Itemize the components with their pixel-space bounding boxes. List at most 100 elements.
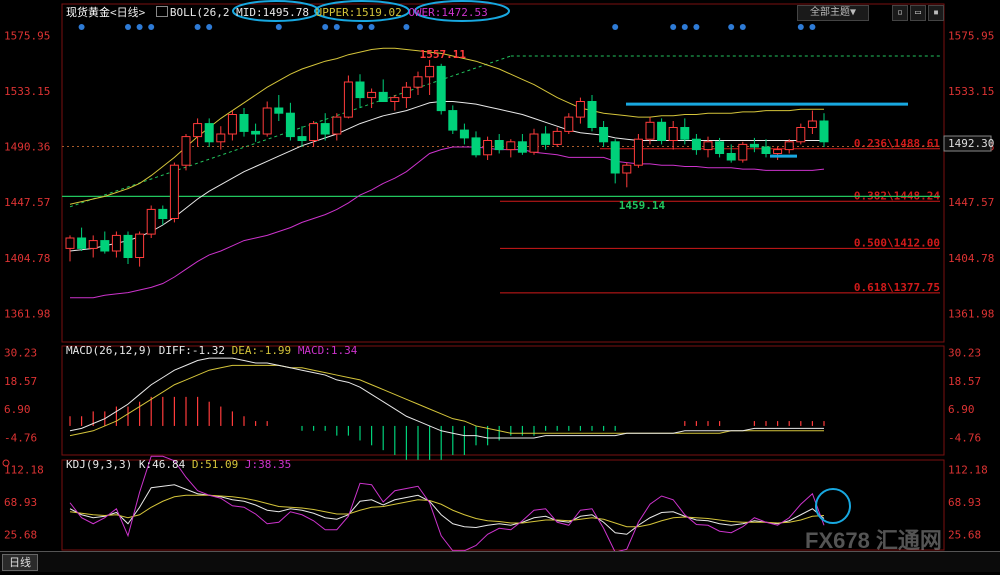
boll-mid-value: MID:1495.78 (236, 6, 309, 19)
candle-body (506, 141, 516, 151)
candle-body (204, 123, 214, 143)
event-marker-dot (797, 24, 804, 30)
candle-body (193, 123, 203, 138)
candle-body (749, 143, 759, 148)
candle-body (796, 127, 806, 143)
candle-body (390, 97, 400, 102)
candle-body (401, 86, 411, 99)
candle-body (680, 127, 690, 140)
minimize-icon[interactable]: ▫ (892, 5, 908, 21)
candle-body (77, 237, 87, 249)
y-tick-left: 112.18 (4, 464, 44, 477)
chart-canvas: 1575.951575.951533.151533.151490.361490.… (2, 0, 994, 565)
event-marker-dot (206, 24, 213, 30)
maximize-icon[interactable]: ▭ (910, 5, 926, 21)
candle-body (216, 133, 226, 143)
candle-body (517, 141, 527, 153)
bottom-tab-bar: 日线 (0, 551, 1000, 572)
price-panel-header: 现货黄金<日线> BOLL(26,2 MID:1495.78 UPPER:151… (66, 4, 488, 20)
event-marker-dot (125, 24, 131, 30)
y-tick-left: 1447.57 (4, 196, 50, 209)
candle-body (819, 120, 829, 143)
candle-body (320, 123, 330, 135)
diff-value: DIFF:-1.32 (158, 344, 225, 357)
macd-panel-header: MACD(26,12,9) DIFF:-1.32 DEA:-1.99 MACD:… (66, 344, 357, 357)
candle-body (297, 136, 307, 142)
event-marker-dot (357, 24, 363, 30)
candle-body (784, 141, 794, 151)
candle-body (111, 234, 121, 252)
candle-body (425, 65, 435, 78)
event-marker-dot (194, 24, 201, 30)
candle-body (703, 141, 713, 151)
candle-body (726, 153, 736, 161)
tab-daily[interactable]: 日线 (2, 554, 38, 571)
period-label: <日线> (110, 6, 146, 19)
candle-body (285, 112, 295, 138)
y-tick-right: 6.90 (948, 403, 975, 416)
candle-body (483, 140, 493, 156)
candle-body (251, 130, 261, 135)
y-tick-left: 1361.98 (4, 307, 50, 320)
candle-body (610, 141, 620, 174)
y-tick-left: 30.23 (4, 347, 37, 360)
low-annotation: 1459.14 (619, 199, 666, 212)
candle-body (169, 164, 179, 219)
fib-level-label: 0.618\1377.75 (854, 281, 940, 294)
candle-body (668, 127, 678, 141)
theme-dropdown-button[interactable]: 全部主题▼ (797, 5, 869, 21)
event-marker-dot (136, 24, 143, 30)
y-tick-right: 68.93 (948, 496, 981, 509)
boll-indicator-icon[interactable] (155, 6, 168, 17)
k-value: K:46.84 (138, 458, 186, 471)
y-tick-left: 68.93 (4, 496, 37, 509)
event-marker-dot (403, 24, 410, 30)
event-marker-dot (670, 24, 677, 30)
candle-body (622, 164, 632, 174)
y-tick-right: 25.68 (948, 528, 981, 541)
macd-value: MACD:1.34 (297, 344, 358, 357)
close-icon[interactable]: ▪ (928, 5, 944, 21)
boll-lower-value: OWER:1472.53 (408, 6, 488, 19)
candle-body (181, 136, 191, 166)
candle-body (761, 146, 771, 154)
candle-body (541, 133, 551, 145)
candle-body (773, 149, 783, 155)
y-tick-right: 1361.98 (948, 307, 994, 320)
candle-body (367, 91, 377, 99)
y-tick-right: 112.18 (948, 464, 988, 477)
event-marker-dot (333, 24, 340, 30)
y-tick-right: 1404.78 (948, 252, 994, 265)
candle-body (738, 143, 748, 161)
y-tick-left: 25.68 (4, 528, 37, 541)
event-marker-dot (322, 24, 329, 30)
panel-frame-0 (61, 3, 945, 343)
candle-body (239, 114, 249, 132)
candle-body (564, 116, 574, 132)
y-tick-right: 30.23 (948, 347, 981, 360)
kdj-d-line (69, 494, 825, 528)
y-tick-left: 1404.78 (4, 252, 50, 265)
event-marker-dot (368, 24, 375, 30)
y-tick-left: 1575.95 (4, 29, 50, 42)
high-annotation: 1557.11 (420, 48, 467, 61)
dea-value: DEA:-1.99 (231, 344, 292, 357)
candle-body (552, 130, 562, 145)
highlight-circle-kdj (815, 488, 851, 524)
candle-body (135, 233, 145, 259)
diff-line (69, 357, 824, 439)
last-price-label: 1492.30 (948, 137, 994, 150)
event-marker-dot (693, 24, 700, 30)
j-value: J:38.35 (244, 458, 292, 471)
candle-body (146, 208, 156, 235)
candle-body (65, 237, 75, 249)
boll-upper-value: UPPER:1519.02 (315, 6, 402, 19)
d-value: D:51.09 (191, 458, 239, 471)
candle-body (274, 107, 284, 114)
candle-body (448, 110, 458, 131)
instrument-name: 现货黄金 (66, 6, 110, 19)
candle-body (807, 120, 817, 128)
y-tick-left: 1490.36 (4, 141, 50, 154)
y-tick-right: 18.57 (948, 375, 981, 388)
kdj-panel-header: KDJ(9,3,3) K:46.84 D:51.09 J:38.35 (66, 458, 291, 471)
